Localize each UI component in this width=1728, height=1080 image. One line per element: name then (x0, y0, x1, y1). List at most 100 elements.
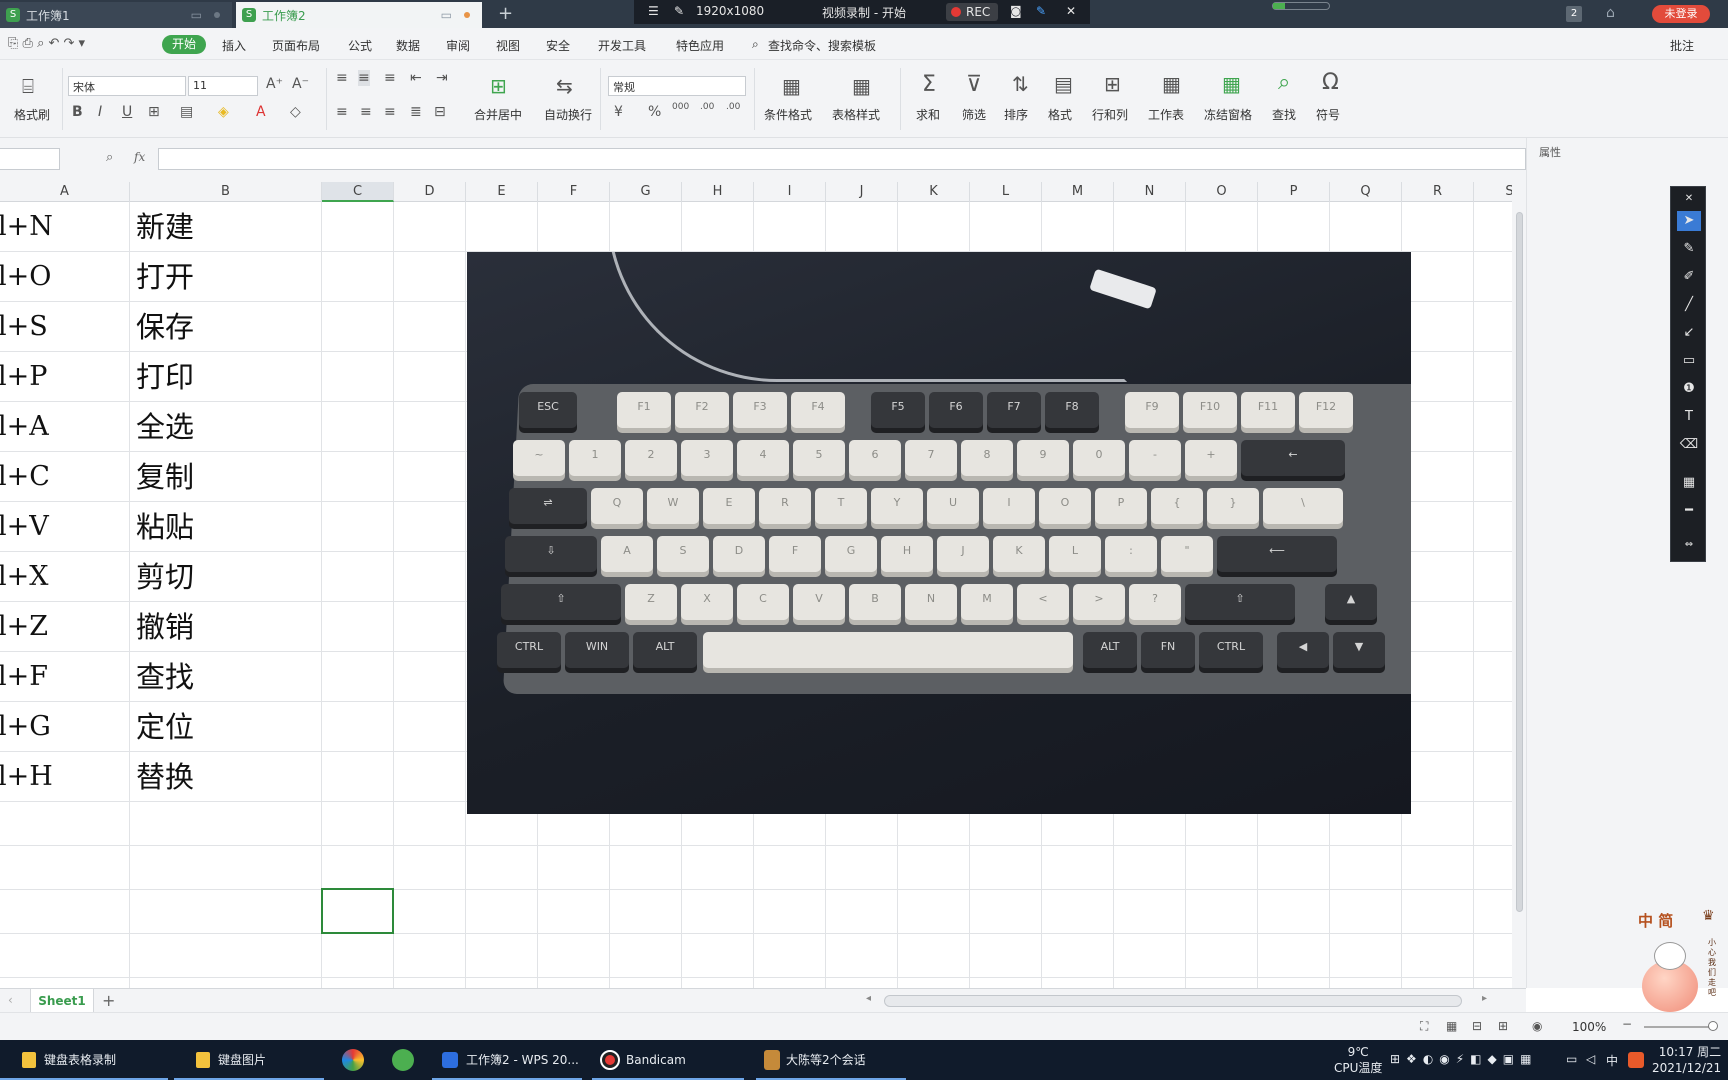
taskbar-item-image-folder[interactable]: 键盘图片 (174, 1040, 324, 1080)
column-header[interactable]: P (1258, 182, 1330, 202)
camera-icon[interactable]: ◙ (1010, 4, 1022, 18)
volume-icon[interactable]: ◁ (1586, 1052, 1595, 1066)
cell-shortcut[interactable]: l+C (0, 452, 50, 502)
cell-shortcut[interactable]: l+A (0, 402, 49, 452)
column-header[interactable]: G (610, 182, 682, 202)
column-header[interactable]: A (0, 182, 130, 202)
column-header[interactable]: I (754, 182, 826, 202)
pin-icon[interactable]: ✎ (674, 4, 684, 18)
cell-action[interactable]: 复制 (136, 452, 194, 502)
clock[interactable]: 10:17 周二 2021/12/21 (1652, 1044, 1721, 1076)
scroll-left-icon[interactable]: ◂ (866, 993, 871, 1004)
font-name-select[interactable]: 宋体 (68, 76, 186, 96)
close-icon[interactable]: ✕ (1677, 189, 1701, 209)
rectangle-icon[interactable]: ▭ (1677, 351, 1701, 371)
fill-style-icon[interactable]: ▤ (180, 104, 193, 120)
cpu-temp-widget[interactable]: 9℃ CPU温度 (1334, 1044, 1382, 1076)
login-button[interactable]: 未登录 (1652, 5, 1710, 23)
column-header[interactable]: F (538, 182, 610, 202)
cell-action[interactable]: 打印 (136, 352, 194, 402)
row-col-button[interactable]: 行和列 (1092, 106, 1128, 123)
mosaic-icon[interactable]: ▦ (1677, 473, 1701, 493)
cell-action[interactable]: 撤销 (136, 602, 194, 652)
tab-workbook1[interactable]: S 工作簿1 ▭ (0, 2, 232, 28)
column-header[interactable]: R (1402, 182, 1474, 202)
taskbar-item-bandicam[interactable]: Bandicam (592, 1040, 744, 1080)
align-right-icon[interactable]: ≡ (384, 104, 396, 120)
zoom-level[interactable]: 100% (1572, 1020, 1606, 1034)
clear-format-icon[interactable]: ◇ (290, 104, 301, 120)
zoom-out-icon[interactable]: − (1622, 1017, 1632, 1031)
cell-action[interactable]: 打开 (136, 252, 194, 302)
cell-action[interactable]: 粘贴 (136, 502, 194, 552)
normal-view-icon[interactable]: ▦ (1446, 1019, 1457, 1033)
cell-shortcut[interactable]: l+P (0, 352, 47, 402)
filter-button[interactable]: 筛选 (962, 106, 986, 123)
eye-protect-icon[interactable]: ◉ (1532, 1019, 1542, 1033)
table-style-button[interactable]: 表格样式 (832, 106, 880, 123)
cell-action[interactable]: 替换 (136, 752, 194, 802)
vertical-scrollbar[interactable] (1512, 182, 1526, 988)
currency-icon[interactable]: ¥ (614, 104, 623, 120)
tab-workbook2[interactable]: S 工作簿2 ▭ (236, 2, 482, 28)
border-icon[interactable]: ⊞ (148, 104, 160, 120)
comment-button[interactable]: 批注 (1670, 37, 1694, 54)
wrap-text-button[interactable]: 自动换行 (544, 106, 592, 123)
text-icon[interactable]: T (1677, 407, 1701, 427)
formula-input[interactable] (158, 148, 1526, 170)
new-tab-button[interactable]: + (498, 3, 513, 24)
align-middle-icon[interactable]: ≡ (358, 70, 370, 86)
menu-page-layout[interactable]: 页面布局 (272, 37, 320, 54)
notification-icon[interactable] (1628, 1052, 1644, 1068)
menu-insert[interactable]: 插入 (222, 37, 246, 54)
monitor-icon[interactable]: ▭ (441, 8, 452, 22)
align-center-icon[interactable]: ≡ (360, 104, 372, 120)
font-size-select[interactable]: 11 (188, 76, 258, 96)
taskbar-item-wps[interactable]: 工作簿2 - WPS 20... (432, 1040, 582, 1080)
horizontal-scrollbar[interactable] (884, 995, 1462, 1007)
column-header[interactable]: K (898, 182, 970, 202)
cell-action[interactable]: 剪切 (136, 552, 194, 602)
italic-icon[interactable]: I (98, 104, 102, 120)
pencil-icon[interactable]: ✎ (1677, 239, 1701, 259)
align-bottom-icon[interactable]: ≡ (384, 70, 396, 86)
cond-format-button[interactable]: 条件格式 (764, 106, 812, 123)
decimal-decrease-icon[interactable]: .00 (726, 102, 740, 112)
active-cell[interactable] (321, 888, 394, 934)
zoom-slider[interactable] (1644, 1026, 1716, 1028)
close-icon[interactable]: ✕ (1066, 4, 1076, 18)
cell-shortcut[interactable]: l+Z (0, 602, 48, 652)
cell-shortcut[interactable]: l+O (0, 252, 51, 302)
thousands-icon[interactable]: 000 (672, 102, 689, 112)
distribute-icon[interactable]: ⊟ (434, 104, 446, 120)
sum-button[interactable]: 求和 (916, 106, 940, 123)
name-box[interactable] (0, 148, 60, 170)
cell-shortcut[interactable]: l+N (0, 202, 53, 252)
justify-icon[interactable]: ≣ (410, 104, 422, 120)
scroll-thumb[interactable] (1516, 212, 1523, 912)
menu-review[interactable]: 审阅 (446, 37, 470, 54)
percent-icon[interactable]: % (648, 104, 661, 120)
column-header[interactable]: B (130, 182, 322, 202)
keyboard-photo[interactable]: ESC F1 F2 F3 F4 F5 F6 F7 F8 F9 F10 F11 F12 ~1 2 3 4 5 6 7 8 9… (467, 252, 1411, 814)
tray-icons[interactable]: ⊞❖◐◉⚡◧◆▣▦ (1390, 1052, 1537, 1066)
freeze-button[interactable]: 冻结窗格 (1204, 106, 1252, 123)
cell-action[interactable]: 新建 (136, 202, 194, 252)
cursor-icon[interactable]: ➤ (1677, 211, 1701, 231)
cell-action[interactable]: 定位 (136, 702, 194, 752)
scroll-right-icon[interactable]: ▸ (1482, 993, 1487, 1004)
taskbar-item-recording-folder[interactable]: 键盘表格录制 (0, 1040, 168, 1080)
menu-view[interactable]: 视图 (496, 37, 520, 54)
cell-shortcut[interactable]: l+F (0, 652, 48, 702)
window-count-badge[interactable]: 2 (1566, 6, 1582, 22)
zoom-search-icon[interactable]: ⌕ (106, 150, 113, 165)
highlighter-icon[interactable]: ✐ (1677, 267, 1701, 287)
monitor-icon[interactable]: ▭ (191, 8, 202, 22)
bold-icon[interactable]: B (72, 104, 83, 120)
pen-icon[interactable]: ✎ (1036, 4, 1046, 18)
eraser-icon[interactable]: ⌫ (1677, 435, 1701, 455)
font-grow-icon[interactable]: A⁺ (266, 76, 283, 92)
cell-action[interactable]: 全选 (136, 402, 194, 452)
fx-icon[interactable]: fx (134, 150, 145, 164)
underline-icon[interactable]: U (122, 104, 132, 120)
